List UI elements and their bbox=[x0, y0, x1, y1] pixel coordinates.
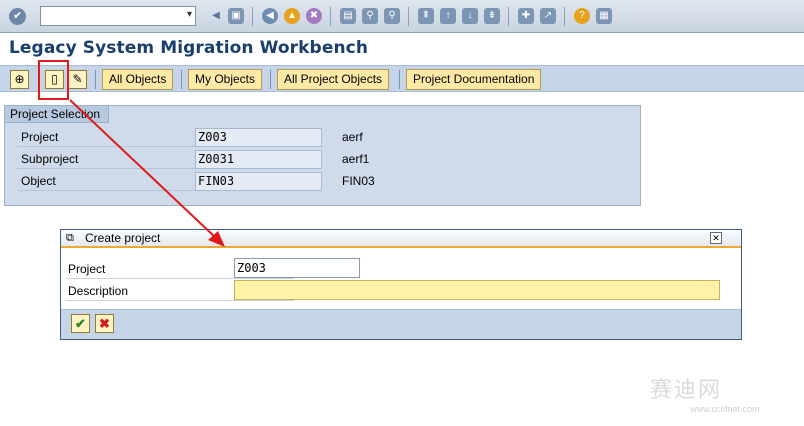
watermark-logo: 赛迪网 bbox=[650, 378, 723, 403]
annotation-arrow bbox=[69, 99, 225, 247]
watermark-url: www.ccidnet.com bbox=[690, 404, 760, 414]
